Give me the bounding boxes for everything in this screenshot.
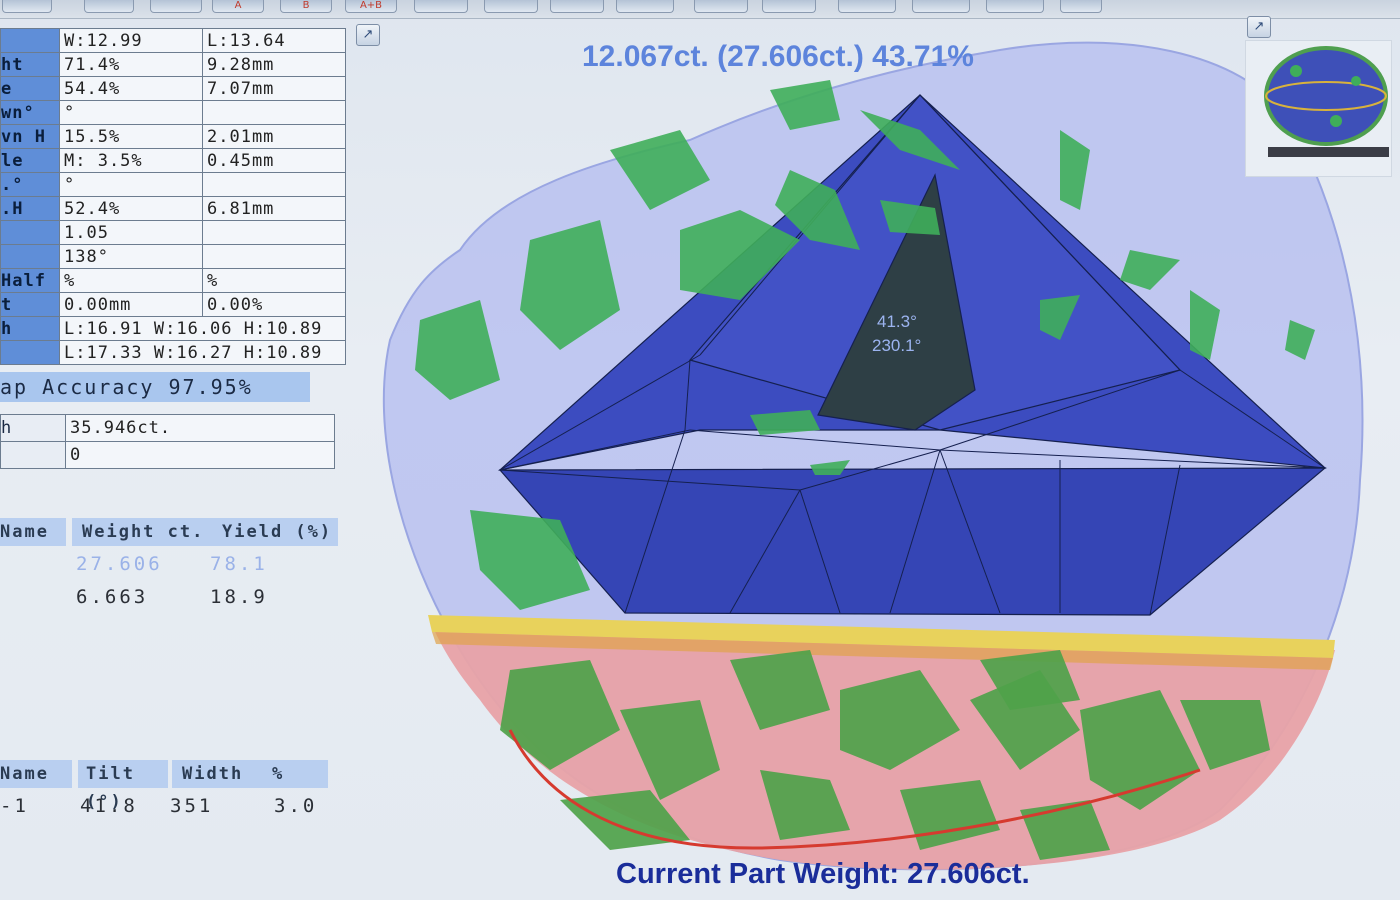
part-row-weight[interactable]: 27.606 <box>76 553 163 575</box>
param-value-mm[interactable]: 2.01mm <box>202 124 346 149</box>
planes-header-width[interactable]: Width <box>172 760 264 788</box>
param-value[interactable]: L:17.33 W:16.27 H:10.89 <box>59 340 346 365</box>
param-row: Half%% <box>0 268 346 293</box>
thumbnail-stone <box>1264 46 1388 146</box>
param-row: .H 52.4% 6.81mm <box>0 196 346 221</box>
overview-thumbnail[interactable] <box>1245 40 1392 177</box>
param-row: t 0.00mm 0.00% <box>0 292 346 317</box>
weight-row: 0 <box>0 441 335 469</box>
param-value-mm[interactable]: 6.81mm <box>202 196 346 221</box>
param-label <box>0 28 60 53</box>
param-value[interactable]: 71.4% <box>59 52 203 77</box>
param-value[interactable]: 1.05 <box>59 220 203 245</box>
param-value[interactable]: 138° <box>59 244 203 269</box>
param-value-mm[interactable] <box>202 100 346 125</box>
param-value-mm[interactable] <box>202 244 346 269</box>
tool-button[interactable] <box>84 0 134 13</box>
param-row: L:17.33 W:16.27 H:10.89 <box>0 340 346 365</box>
tool-button[interactable] <box>150 0 202 13</box>
param-row: le M: 3.5% 0.45mm <box>0 148 346 173</box>
param-row: h L:16.91 W:16.06 H:10.89 <box>0 316 346 341</box>
part-row-yield[interactable]: 18.9 <box>210 586 268 608</box>
param-row: .° ° <box>0 172 346 197</box>
param-label <box>0 244 60 269</box>
param-label: le <box>0 148 60 173</box>
param-value[interactable]: 0.00mm <box>59 292 203 317</box>
param-value-mm[interactable]: L:13.64 <box>202 28 346 53</box>
param-value-mm[interactable]: % <box>202 268 346 293</box>
weight-label: h <box>0 414 66 442</box>
param-value-mm[interactable]: 9.28mm <box>202 52 346 77</box>
facet-angle-azimuth: 230.1° <box>872 336 922 355</box>
param-row: W:12.99 L:13.64 <box>0 28 346 53</box>
param-label: .° <box>0 172 60 197</box>
param-value[interactable]: ° <box>59 172 203 197</box>
param-value-mm[interactable]: 7.07mm <box>202 76 346 101</box>
plane-row-tilt[interactable]: 41.8 <box>80 795 138 817</box>
plane-row-width[interactable]: 351 <box>170 795 213 817</box>
param-label <box>0 220 60 245</box>
param-value[interactable]: 52.4% <box>59 196 203 221</box>
weights-table: h 35.946ct. 0 <box>0 414 335 469</box>
tool-button-a[interactable]: A <box>212 0 264 13</box>
param-value-mm[interactable]: 0.45mm <box>202 148 346 173</box>
param-value[interactable]: ° <box>59 100 203 125</box>
param-label: t <box>0 292 60 317</box>
param-label: wn° <box>0 100 60 125</box>
param-label: Half <box>0 268 60 293</box>
param-value-mm[interactable] <box>202 220 346 245</box>
parts-header-name[interactable]: Name <box>0 518 66 546</box>
param-row: wn° ° <box>0 100 346 125</box>
accuracy-label: ap Accuracy 97.95% <box>0 372 310 402</box>
plane-row-pct[interactable]: 3.0 <box>274 795 317 817</box>
param-value[interactable]: % <box>59 268 203 293</box>
tool-button-b[interactable]: B <box>280 0 332 13</box>
param-label: h <box>0 316 60 341</box>
param-value[interactable]: W:12.99 <box>59 28 203 53</box>
weight-value: 0 <box>65 441 335 469</box>
param-value[interactable]: 54.4% <box>59 76 203 101</box>
param-row: e 54.4% 7.07mm <box>0 76 346 101</box>
thumbnail-expand-icon[interactable]: ↗ <box>1247 16 1271 38</box>
param-label: .H <box>0 196 60 221</box>
stone-3d-viewer[interactable] <box>360 10 1390 890</box>
planes-header-tilt[interactable]: Tilt (°) <box>78 760 168 812</box>
planes-header-name[interactable]: Name <box>0 760 72 788</box>
weight-value: 35.946ct. <box>65 414 335 442</box>
param-row: 1.05 <box>0 220 346 245</box>
weight-label <box>0 441 66 469</box>
parameters-table: W:12.99 L:13.64 ht 71.4% 9.28mm e 54.4% 7.07mm w… <box>0 28 346 365</box>
param-value[interactable]: 15.5% <box>59 124 203 149</box>
param-value-mm[interactable]: 0.00% <box>202 292 346 317</box>
param-value[interactable]: M: 3.5% <box>59 148 203 173</box>
current-part-weight: Current Part Weight: 27.606ct. <box>616 858 1030 890</box>
param-label <box>0 340 60 365</box>
parts-header-yield[interactable]: Yield (%) <box>210 518 338 546</box>
param-row: ht 71.4% 9.28mm <box>0 52 346 77</box>
facet-angle-tilt: 41.3° <box>877 312 917 331</box>
parts-header-weight[interactable]: Weight ct. <box>72 518 214 546</box>
param-row: 138° <box>0 244 346 269</box>
param-row: vn H 15.5% 2.01mm <box>0 124 346 149</box>
part-row-yield[interactable]: 78.1 <box>210 553 268 575</box>
param-label: ht <box>0 52 60 77</box>
param-label: e <box>0 76 60 101</box>
param-label: vn H <box>0 124 60 149</box>
param-value[interactable]: L:16.91 W:16.06 H:10.89 <box>59 316 346 341</box>
weight-row: h 35.946ct. <box>0 414 335 442</box>
tool-button[interactable] <box>2 0 52 13</box>
param-value-mm[interactable] <box>202 172 346 197</box>
part-row-weight[interactable]: 6.663 <box>76 586 148 608</box>
plane-row-name[interactable]: -1 <box>0 795 29 817</box>
thumbnail-progress-bar <box>1268 147 1389 157</box>
planes-header-pct[interactable]: % <box>262 760 328 788</box>
part-weight-summary: 12.067ct. (27.606ct.) 43.71% <box>582 40 974 73</box>
